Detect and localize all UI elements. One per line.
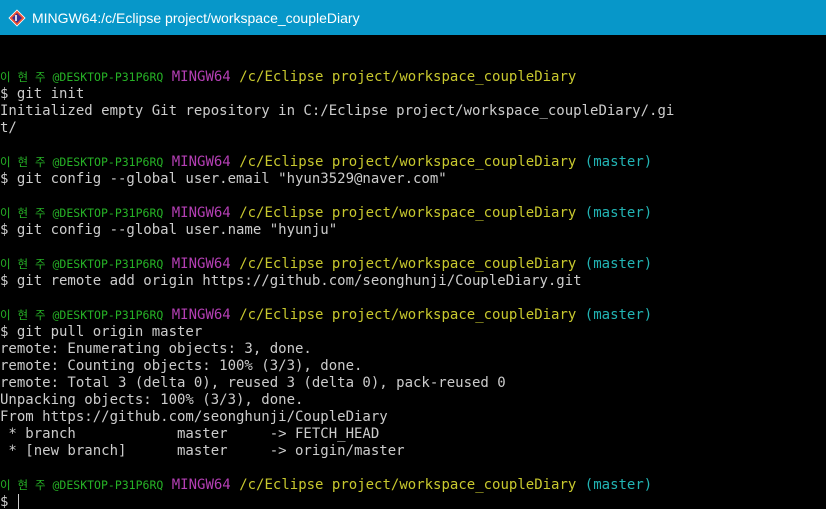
command-line: $ git config --global user.email "hyun35… [0,171,826,188]
prompt-path: /c/Eclipse project/workspace_coupleDiary [239,307,577,323]
prompt-line: 이 현 주 @DESKTOP-P31P6RQ MINGW64 /c/Eclips… [0,154,826,171]
output-line: From https://github.com/seonghunji/Coupl… [0,409,388,425]
command-text: $ [0,494,17,509]
terminal-window: MINGW64:/c/Eclipse project/workspace_cou… [0,0,826,509]
command-line: $ git init [0,86,826,103]
prompt-line: 이 현 주 @DESKTOP-P31P6RQ MINGW64 /c/Eclips… [0,69,826,86]
prompt-branch: (master) [584,307,653,323]
prompt-mingw: MINGW64 [171,205,231,221]
terminal-output[interactable]: 이 현 주 @DESKTOP-P31P6RQ MINGW64 /c/Eclips… [0,52,826,509]
git-bash-icon [8,8,26,27]
prompt-mingw: MINGW64 [171,307,231,323]
command-text: $ git init [0,86,85,102]
command-text: $ git config --global user.email "hyun35… [0,171,447,187]
prompt-user-host: 이 현 주 @DESKTOP-P31P6RQ [0,155,164,169]
output-line: * [new branch] master -> origin/master [0,443,405,459]
prompt-path: /c/Eclipse project/workspace_coupleDiary [239,256,577,272]
prompt-user-host: 이 현 주 @DESKTOP-P31P6RQ [0,478,164,492]
text-cursor [17,494,19,509]
prompt-user-host: 이 현 주 @DESKTOP-P31P6RQ [0,257,164,271]
prompt-mingw: MINGW64 [171,154,231,170]
prompt-branch: (master) [584,477,653,493]
output-line: Initialized empty Git repository in C:/E… [0,103,675,119]
output-line: t/ [0,120,17,136]
command-input-line[interactable]: $ [0,494,826,509]
prompt-path: /c/Eclipse project/workspace_coupleDiary [239,154,577,170]
command-line: $ git config --global user.name "hyunju" [0,222,826,239]
output-line: remote: Enumerating objects: 3, done. [0,341,312,357]
prompt-line: 이 현 주 @DESKTOP-P31P6RQ MINGW64 /c/Eclips… [0,256,826,273]
command-text: $ git pull origin master [0,324,203,340]
prompt-user-host: 이 현 주 @DESKTOP-P31P6RQ [0,308,164,322]
output-line: remote: Counting objects: 100% (3/3), do… [0,358,363,374]
output-line: remote: Total 3 (delta 0), reused 3 (del… [0,375,506,391]
title-bar[interactable]: MINGW64:/c/Eclipse project/workspace_cou… [0,0,826,35]
prompt-mingw: MINGW64 [171,69,231,85]
prompt-path: /c/Eclipse project/workspace_coupleDiary [239,205,577,221]
prompt-mingw: MINGW64 [171,477,231,493]
prompt-branch: (master) [584,256,653,272]
prompt-mingw: MINGW64 [171,256,231,272]
output-line: Unpacking objects: 100% (3/3), done. [0,392,304,408]
prompt-line: 이 현 주 @DESKTOP-P31P6RQ MINGW64 /c/Eclips… [0,477,826,494]
command-line: $ git pull origin master [0,324,826,341]
command-text: $ git config --global user.name "hyunju" [0,222,338,238]
prompt-branch: (master) [584,154,653,170]
window-title: MINGW64:/c/Eclipse project/workspace_cou… [32,9,360,26]
command-text: $ git remote add origin https://github.c… [0,273,582,289]
prompt-line: 이 현 주 @DESKTOP-P31P6RQ MINGW64 /c/Eclips… [0,307,826,324]
prompt-path: /c/Eclipse project/workspace_coupleDiary [239,477,577,493]
output-line: * branch master -> FETCH_HEAD [0,426,380,442]
prompt-path: /c/Eclipse project/workspace_coupleDiary [239,69,577,85]
prompt-user-host: 이 현 주 @DESKTOP-P31P6RQ [0,206,164,220]
prompt-line: 이 현 주 @DESKTOP-P31P6RQ MINGW64 /c/Eclips… [0,205,826,222]
prompt-user-host: 이 현 주 @DESKTOP-P31P6RQ [0,70,164,84]
prompt-branch: (master) [584,205,653,221]
command-line: $ git remote add origin https://github.c… [0,273,826,290]
